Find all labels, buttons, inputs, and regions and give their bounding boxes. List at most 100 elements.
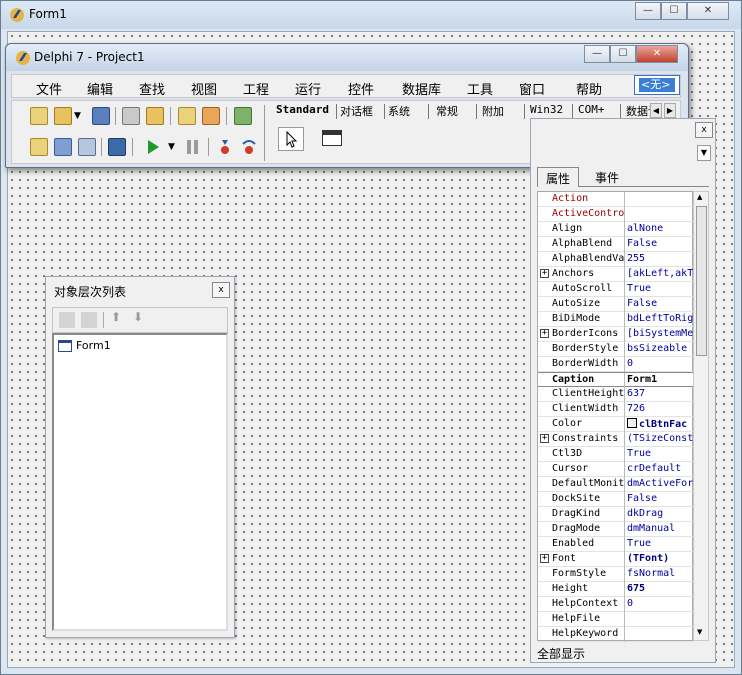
property-value[interactable]: True [627,448,693,459]
property-row[interactable]: Ctl3D True [538,447,694,462]
scroll-down-icon[interactable]: ▼ [697,628,702,636]
frames-component-icon[interactable] [322,130,342,146]
delphi-close-button[interactable]: ✕ [636,45,678,63]
delphi-title-bar[interactable]: Delphi 7 - Project1 — ☐ ✕ [6,44,688,71]
save-icon[interactable] [92,107,110,125]
property-value[interactable]: 0 [627,598,693,609]
property-row[interactable]: ActiveContro [538,207,694,222]
property-row[interactable]: Caption Form1 [538,372,694,388]
property-row[interactable]: Color clBtnFac [538,417,694,432]
property-value[interactable]: True [627,283,693,294]
object-inspector-close-button[interactable]: x [695,122,713,138]
property-row[interactable]: + Font (TFont) [538,552,694,567]
component-selector-dropdown[interactable]: ▼ [697,145,711,161]
pause-icon[interactable] [184,138,202,156]
property-value[interactable]: False [627,493,693,504]
tab-standard[interactable]: Standard [276,103,329,116]
delphi-minimize-button[interactable]: — [584,45,610,63]
property-value[interactable]: [biSystemMe [627,328,693,339]
property-row[interactable]: Align alNone [538,222,694,237]
tab-additional[interactable]: 附加 [482,103,504,119]
new-icon[interactable] [30,107,48,125]
menu-component[interactable]: 控件 [348,79,374,98]
property-value[interactable]: Form1 [627,374,693,385]
menu-file[interactable]: 文件 [36,79,62,98]
property-value[interactable]: [akLeft,akT [627,268,693,279]
delphi-maximize-button[interactable]: ☐ [610,45,636,63]
tab-general[interactable]: 常规 [436,103,458,119]
property-row[interactable]: ClientWidth 726 [538,402,694,417]
tab-properties[interactable]: 属性 [537,167,580,187]
expand-icon[interactable]: + [540,269,549,278]
new-item-icon[interactable] [59,312,75,328]
remove-from-project-icon[interactable] [202,107,220,125]
step-over-icon[interactable] [240,138,258,156]
property-value[interactable]: False [627,238,693,249]
menu-project[interactable]: 工程 [243,79,269,98]
property-value[interactable]: dmActiveForm [627,478,693,489]
property-value[interactable]: (TSizeConst [627,433,693,444]
tab-com-plus[interactable]: COM+ [578,103,605,116]
property-value[interactable]: 675 [627,583,693,594]
property-row[interactable]: + Anchors [akLeft,akT [538,267,694,282]
object-treeview-close-button[interactable]: x [212,282,230,298]
expand-icon[interactable]: + [540,434,549,443]
property-row[interactable]: + BorderIcons [biSystemMe [538,327,694,342]
property-row[interactable]: Height 675 [538,582,694,597]
menu-window[interactable]: 窗口 [519,79,545,98]
new-form-icon[interactable] [108,138,126,156]
menu-run[interactable]: 运行 [295,79,321,98]
menu-edit[interactable]: 编辑 [87,79,113,98]
property-row[interactable]: BorderStyle bsSizeable [538,342,694,357]
tab-dialogs[interactable]: 对话框 [340,103,373,119]
property-value[interactable]: True [627,538,693,549]
desktop-selector[interactable]: <无> [634,75,680,95]
property-grid[interactable]: Action ActiveContro Align alNone AlphaBlend F… [537,191,694,642]
view-form-icon[interactable] [54,138,72,156]
property-row[interactable]: ClientHeight 637 [538,387,694,402]
property-value[interactable]: bsSizeable [627,343,693,354]
property-value[interactable]: dkDrag [627,508,693,519]
property-row[interactable]: HelpContext 0 [538,597,694,612]
property-row[interactable]: BorderWidth 0 [538,357,694,372]
tab-system[interactable]: 系统 [388,103,410,119]
expand-icon[interactable]: + [540,554,549,563]
add-to-project-icon[interactable] [178,107,196,125]
delete-item-icon[interactable] [81,312,97,328]
property-value[interactable]: 637 [627,388,693,399]
property-row[interactable]: HelpKeyword [538,627,694,642]
toggle-form-unit-icon[interactable] [78,138,96,156]
scrollbar-thumb[interactable] [696,206,707,356]
property-value[interactable]: fsNormal [627,568,693,579]
chevron-down-icon[interactable]: ▼ [74,111,81,121]
move-up-icon[interactable]: ⬆ [111,310,121,324]
property-value[interactable]: bdLeftToRig [627,313,693,324]
menu-database[interactable]: 数据库 [402,79,441,98]
menu-help[interactable]: 帮助 [576,79,602,98]
menu-view[interactable]: 视图 [191,79,217,98]
property-row[interactable]: Enabled True [538,537,694,552]
form1-minimize-button[interactable]: — [635,2,661,20]
property-row[interactable]: DragMode dmManual [538,522,694,537]
menu-search[interactable]: 查找 [139,79,165,98]
run-icon[interactable] [144,138,162,156]
help-book-icon[interactable] [234,107,252,125]
property-value[interactable]: (TFont) [627,553,693,564]
chevron-down-icon[interactable]: ▼ [168,142,175,152]
property-row[interactable]: BiDiMode bdLeftToRig [538,312,694,327]
property-row[interactable]: HelpFile [538,612,694,627]
form1-title-bar[interactable]: Form1 — ☐ ✕ [1,1,741,29]
move-down-icon[interactable]: ⬇ [133,310,143,324]
property-grid-scrollbar[interactable]: ▲ ▼ [693,191,709,641]
property-row[interactable]: + Constraints (TSizeConst [538,432,694,447]
tab-events[interactable]: 事件 [587,167,627,187]
property-value[interactable]: clBtnFac [627,418,693,430]
scroll-left-icon[interactable]: ◀ [650,103,662,118]
property-row[interactable]: AlphaBlendVa 255 [538,252,694,267]
property-value[interactable]: 0 [627,358,693,369]
open-project-icon[interactable] [146,107,164,125]
view-unit-icon[interactable] [30,138,48,156]
property-row[interactable]: Action [538,192,694,207]
property-row[interactable]: DefaultMonit dmActiveForm [538,477,694,492]
property-row[interactable]: Cursor crDefault [538,462,694,477]
